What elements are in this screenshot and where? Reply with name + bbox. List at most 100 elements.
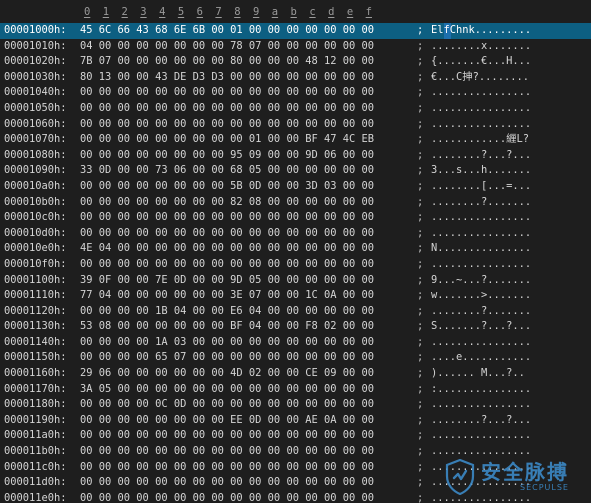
row-hex-bytes[interactable]: 00 00 00 00 00 00 00 00 95 09 00 00 9D 0… [80,148,374,164]
row-hex-bytes[interactable]: 00 00 00 00 00 00 00 00 00 00 00 00 00 0… [80,491,374,503]
hex-row[interactable]: 000010a0h: 00 00 00 00 00 00 00 00 5B 0D … [0,179,591,195]
row-ascii-text[interactable]: ................ [431,210,531,226]
hex-row[interactable]: 00001120h: 00 00 00 00 1B 04 00 00 E6 04 … [0,304,591,320]
row-ascii-text[interactable]: N............... [431,241,531,257]
row-ascii-text[interactable]: :............... [431,382,531,398]
row-separator: ; [417,257,424,270]
row-hex-bytes[interactable]: 04 00 00 00 00 00 00 00 78 07 00 00 00 0… [80,39,374,55]
hex-row[interactable]: 000010c0h: 00 00 00 00 00 00 00 00 00 00 … [0,210,591,226]
row-ascii-text[interactable]: 3...s...h....... [431,163,531,179]
row-hex-bytes[interactable]: 00 00 00 00 1B 04 00 00 E6 04 00 00 00 0… [80,304,374,320]
hex-row[interactable]: 00001180h: 00 00 00 00 0C 0D 00 00 00 00 … [0,397,591,413]
row-hex-bytes[interactable]: 00 00 00 00 65 07 00 00 00 00 00 00 00 0… [80,350,374,366]
row-hex-bytes[interactable]: 00 00 00 00 00 00 00 00 5B 0D 00 00 3D 0… [80,179,374,195]
row-hex-bytes[interactable]: 53 08 00 00 00 00 00 00 BF 04 00 00 F8 0… [80,319,374,335]
row-hex-bytes[interactable]: 29 06 00 00 00 00 00 00 4D 02 00 00 CE 0… [80,366,374,382]
row-ascii-text[interactable]: 9...~...?....... [431,273,531,289]
hex-row[interactable]: 00001080h: 00 00 00 00 00 00 00 00 95 09 … [0,148,591,164]
row-ascii-text[interactable]: ................ [431,85,531,101]
row-ascii-text[interactable]: S.......?...?... [431,319,531,335]
row-hex-bytes[interactable]: 00 00 00 00 00 00 00 00 00 00 00 00 00 0… [80,460,374,476]
row-separator: ; [417,398,424,411]
row-hex-bytes[interactable]: 7B 07 00 00 00 00 00 00 80 00 00 00 48 1… [80,54,374,70]
row-ascii-text[interactable]: ................ [431,117,531,133]
ruler-label-6: 6 [196,6,203,18]
row-hex-bytes[interactable]: 80 13 00 00 43 DE D3 D3 00 00 00 00 00 0… [80,70,374,86]
row-separator: ; [417,382,424,395]
hex-row[interactable]: 00001150h: 00 00 00 00 65 07 00 00 00 00 … [0,350,591,366]
row-hex-bytes[interactable]: 00 00 00 00 00 00 00 00 EE 0D 00 00 AE 0… [80,413,374,429]
hex-row[interactable]: 00001030h: 80 13 00 00 43 DE D3 D3 00 00 … [0,70,591,86]
row-ascii-text[interactable]: ........?....... [431,195,531,211]
row-ascii-text[interactable]: ................ [431,428,531,444]
hex-row[interactable]: 00001190h: 00 00 00 00 00 00 00 00 EE 0D … [0,413,591,429]
row-ascii-text[interactable]: ................ [431,101,531,117]
hex-row[interactable]: 00001020h: 7B 07 00 00 00 00 00 00 80 00 … [0,54,591,70]
hex-row[interactable]: 00001040h: 00 00 00 00 00 00 00 00 00 00 … [0,85,591,101]
row-hex-bytes[interactable]: 00 00 00 00 00 00 00 00 00 00 00 00 00 0… [80,444,374,460]
row-ascii-text[interactable]: {.......€...H... [431,54,531,70]
hex-row[interactable]: 00001130h: 53 08 00 00 00 00 00 00 BF 04 … [0,319,591,335]
row-hex-bytes[interactable]: 39 0F 00 00 7E 0D 00 00 9D 05 00 00 00 0… [80,273,374,289]
hex-row[interactable]: 00001110h: 77 04 00 00 00 00 00 00 3E 07 … [0,288,591,304]
hex-row[interactable]: 00001090h: 33 0D 00 00 73 06 00 00 68 05 … [0,163,591,179]
row-hex-bytes[interactable]: 77 04 00 00 00 00 00 00 3E 07 00 00 1C 0… [80,288,374,304]
hex-row[interactable]: 000010d0h: 00 00 00 00 00 00 00 00 00 00 … [0,226,591,242]
ruler-label-7: 7 [215,6,222,18]
row-ascii-text[interactable]: )...... M...?.. [431,366,525,382]
hex-row[interactable]: 00001050h: 00 00 00 00 00 00 00 00 00 00 … [0,101,591,117]
row-ascii-text[interactable]: ................ [431,397,531,413]
hex-row[interactable]: 00001100h: 39 0F 00 00 7E 0D 00 00 9D 05 … [0,273,591,289]
row-ascii-text[interactable]: ........[...=... [431,179,531,195]
row-ascii-text[interactable]: €...C抻?........ [431,70,529,86]
watermark: 安全脉搏 SECPULSE [445,457,585,497]
row-separator: ; [417,445,424,458]
row-hex-bytes[interactable]: 00 00 00 00 00 00 00 00 82 08 00 00 00 0… [80,195,374,211]
row-hex-bytes[interactable]: 3A 05 00 00 00 00 00 00 00 00 00 00 00 0… [80,382,374,398]
hex-row[interactable]: 000010f0h: 00 00 00 00 00 00 00 00 00 00 … [0,257,591,273]
row-ascii-text[interactable]: ................ [431,226,531,242]
ruler-label-f: f [365,6,372,18]
hex-row[interactable]: 000011a0h: 00 00 00 00 00 00 00 00 00 00 … [0,428,591,444]
row-ascii-text[interactable]: ........?...?... [431,413,531,429]
hex-row[interactable]: 00001010h: 04 00 00 00 00 00 00 00 78 07 … [0,39,591,55]
row-hex-bytes[interactable]: 00 00 00 00 00 00 00 00 00 00 00 00 00 0… [80,117,374,133]
hex-row[interactable]: 000010e0h: 4E 04 00 00 00 00 00 00 00 00 … [0,241,591,257]
row-separator: ; [417,491,424,503]
row-hex-bytes[interactable]: 45 6C 66 43 68 6E 6B 00 01 00 00 00 00 0… [80,23,374,39]
ruler-label-5: 5 [177,6,185,18]
hex-row[interactable]: 00001070h: 00 00 00 00 00 00 00 00 00 01 … [0,132,591,148]
row-separator: ; [417,179,424,192]
row-hex-bytes[interactable]: 33 0D 00 00 73 06 00 00 68 05 00 00 00 0… [80,163,374,179]
row-address: 00001090h: [4,164,67,177]
row-ascii-text[interactable]: ................ [431,257,531,273]
row-ascii-text[interactable]: ........x....... [431,39,531,55]
hex-row[interactable]: 00001160h: 29 06 00 00 00 00 00 00 4D 02 … [0,366,591,382]
row-ascii-text[interactable]: ....e........... [431,350,531,366]
row-address: 00001140h: [4,335,67,348]
row-hex-bytes[interactable]: 00 00 00 00 00 00 00 00 00 00 00 00 00 0… [80,428,374,444]
hex-row[interactable]: 00001000h: 45 6C 66 43 68 6E 6B 00 01 00 … [0,23,591,39]
row-ascii-text[interactable]: ........?....... [431,304,531,320]
hex-row[interactable]: 000010b0h: 00 00 00 00 00 00 00 00 82 08 … [0,195,591,211]
hex-row[interactable]: 00001140h: 00 00 00 00 1A 03 00 00 00 00 … [0,335,591,351]
row-hex-bytes[interactable]: 00 00 00 00 0C 0D 00 00 00 00 00 00 00 0… [80,397,374,413]
row-hex-bytes[interactable]: 00 00 00 00 00 00 00 00 00 00 00 00 00 0… [80,226,374,242]
hex-row[interactable]: 00001060h: 00 00 00 00 00 00 00 00 00 00 … [0,117,591,133]
row-hex-bytes[interactable]: 4E 04 00 00 00 00 00 00 00 00 00 00 00 0… [80,241,374,257]
row-ascii-text[interactable]: ............緾L? [431,132,529,148]
row-hex-bytes[interactable]: 00 00 00 00 00 00 00 00 00 00 00 00 00 0… [80,85,374,101]
row-ascii-text[interactable]: ........?...?... [431,148,531,164]
row-hex-bytes[interactable]: 00 00 00 00 00 00 00 00 00 00 00 00 00 0… [80,475,374,491]
row-address: 000011b0h: [4,445,67,458]
row-hex-bytes[interactable]: 00 00 00 00 00 00 00 00 00 00 00 00 00 0… [80,210,374,226]
row-hex-bytes[interactable]: 00 00 00 00 00 00 00 00 00 01 00 00 BF 4… [80,132,374,148]
row-ascii-text[interactable]: w.......>....... [431,288,531,304]
hex-row[interactable]: 00001170h: 3A 05 00 00 00 00 00 00 00 00 … [0,382,591,398]
row-hex-bytes[interactable]: 00 00 00 00 00 00 00 00 00 00 00 00 00 0… [80,257,374,273]
row-ascii-text[interactable]: ElfChnk......... [431,23,531,39]
row-hex-bytes[interactable]: 00 00 00 00 1A 03 00 00 00 00 00 00 00 0… [80,335,374,351]
row-ascii-text[interactable]: ................ [431,335,531,351]
hex-rows: 00001000h: 45 6C 66 43 68 6E 6B 00 01 00 … [0,23,591,503]
row-hex-bytes[interactable]: 00 00 00 00 00 00 00 00 00 00 00 00 00 0… [80,101,374,117]
